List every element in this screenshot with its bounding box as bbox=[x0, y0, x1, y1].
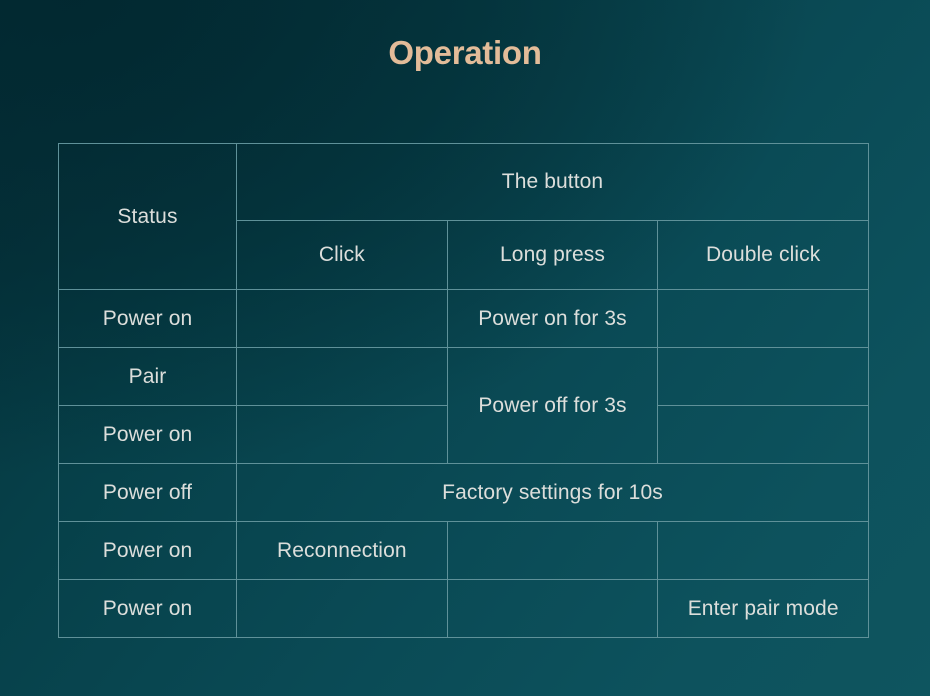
row-2-click bbox=[236, 405, 448, 464]
page-title: Operation bbox=[388, 34, 542, 71]
row-1-click bbox=[236, 347, 448, 406]
row-3-factory-settings: Factory settings for 10s bbox=[236, 463, 869, 522]
header-long-press: Long press bbox=[446, 220, 659, 290]
table-row: Power off Factory settings for 10s bbox=[58, 463, 869, 522]
row-1-status: Pair bbox=[58, 347, 237, 406]
row-0-click bbox=[236, 289, 448, 348]
table-row: Power on Reconnection bbox=[58, 521, 869, 580]
row-4-long-press bbox=[446, 521, 659, 580]
table-row: Power on Power on for 3s bbox=[58, 289, 869, 348]
row-5-long-press bbox=[446, 579, 659, 638]
row-1-double-click bbox=[657, 347, 869, 406]
slide-root: Operation Status The button Click Long p… bbox=[0, 0, 930, 696]
table-row: Power on Enter pair mode bbox=[58, 579, 869, 638]
header-the-button: The button bbox=[236, 143, 869, 221]
row-2-double-click bbox=[657, 405, 869, 464]
table-row: Pair Power off for 3s bbox=[58, 347, 869, 464]
row-0-status: Power on bbox=[58, 289, 237, 348]
row-5-double-click: Enter pair mode bbox=[657, 579, 869, 638]
row-5-status: Power on bbox=[58, 579, 237, 638]
row-0-long-press: Power on for 3s bbox=[446, 289, 659, 348]
row-4-double-click bbox=[657, 521, 869, 580]
header-status: Status bbox=[58, 143, 237, 290]
row-5-click bbox=[236, 579, 448, 638]
table-header-row-primary: Status The button bbox=[58, 143, 869, 290]
operation-table: Status The button Click Long press Doubl… bbox=[58, 143, 869, 638]
header-click: Click bbox=[236, 220, 448, 290]
operation-table-wrapper: Status The button Click Long press Doubl… bbox=[58, 143, 869, 638]
row-3-status: Power off bbox=[58, 463, 237, 522]
row-2-status: Power on bbox=[58, 405, 237, 464]
header-double-click: Double click bbox=[657, 220, 869, 290]
row-1-long-press: Power off for 3s bbox=[446, 347, 659, 464]
row-0-double-click bbox=[657, 289, 869, 348]
row-4-status: Power on bbox=[58, 521, 237, 580]
row-4-click: Reconnection bbox=[236, 521, 448, 580]
